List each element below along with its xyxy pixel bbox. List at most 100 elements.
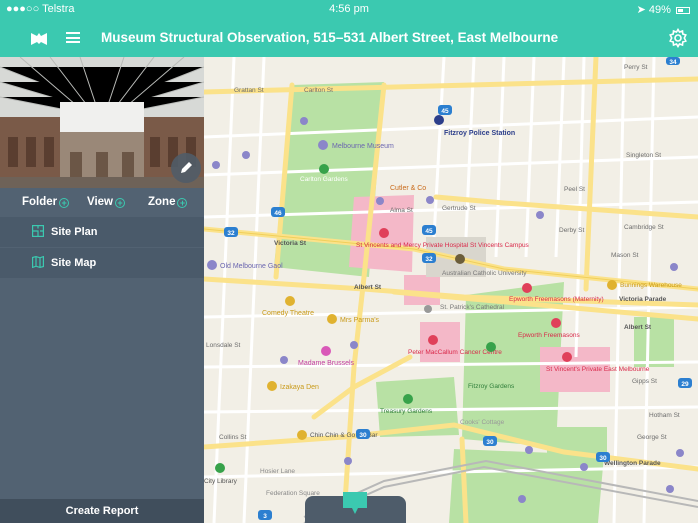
restaurant-pin-icon[interactable] [327, 314, 337, 324]
sidebar-item-label: Site Plan [51, 226, 98, 238]
park-pin-icon[interactable] [319, 164, 329, 174]
university-pin-icon[interactable] [455, 254, 465, 264]
poi-cutler[interactable]: Cutler & Co [390, 185, 426, 192]
battery-icon [676, 6, 690, 14]
battery-indicator: ➤ 49% [637, 3, 690, 16]
route-shield: 45 [425, 228, 433, 235]
street-label-victoria: Victoria St [274, 240, 307, 247]
route-shield: 34 [669, 59, 677, 66]
gear-icon[interactable] [668, 28, 688, 48]
folder-label: Folder [22, 196, 58, 208]
create-report-button[interactable]: Create Report [0, 499, 204, 523]
street-label-derby: Derby St [559, 227, 584, 234]
hospital-pin-icon[interactable] [428, 335, 438, 345]
route-shield: 30 [359, 432, 367, 439]
poi-old-gaol[interactable]: Old Melbourne Gaol [220, 263, 283, 270]
poi-bunnings[interactable]: Bunnings Warehouse [620, 282, 682, 289]
restaurant-pin-icon[interactable] [267, 381, 277, 391]
hospital-pin-icon[interactable] [562, 352, 572, 362]
street-label-perry: Perry St [624, 64, 648, 71]
street-label-albert-right: Albert St [624, 324, 652, 331]
clock-label: 4:56 pm [329, 3, 369, 15]
poi-st-vincents-private[interactable]: St Vincent's Private East Melbourne [546, 366, 650, 373]
poi-treasury-gardens[interactable]: Treasury Gardens [380, 408, 433, 415]
street-label-hotham: Hotham St [649, 412, 680, 419]
site-photo[interactable] [0, 57, 204, 188]
poi-fitzroy-police[interactable]: Fitzroy Police Station [444, 130, 515, 137]
poi-carlton-gardens[interactable]: Carlton Gardens [300, 176, 348, 183]
poi-madame-brussels[interactable]: Madame Brussels [298, 360, 355, 367]
poi-alma: Alma St [390, 207, 413, 214]
street-label-gertrude: Gertrude St [442, 205, 476, 212]
annotation-marker-icon[interactable] [341, 490, 369, 516]
route-shield: 45 [441, 108, 449, 115]
view-selector[interactable]: View + [87, 196, 125, 208]
zone-selector[interactable]: Zone + [148, 196, 188, 208]
sidebar-item-site-plan[interactable]: Site Plan [0, 217, 204, 247]
route-shield: 46 [274, 210, 282, 217]
location-arrow-icon: ➤ [636, 4, 646, 16]
edit-photo-button[interactable] [171, 153, 201, 183]
hamburger-menu-icon[interactable] [66, 32, 80, 43]
pencil-icon [181, 162, 192, 173]
street-label-albert-left: Albert St [354, 284, 382, 291]
nav-bar: Museum Structural Observation, 515–531 A… [0, 20, 698, 57]
police-pin-icon[interactable] [434, 115, 444, 125]
status-bar: ●●●○○ Telstra 4:56 pm ➤ 49% [0, 0, 698, 20]
poi-st-patricks[interactable]: St. Patrick's Cathedral [440, 304, 505, 311]
church-pin-icon[interactable] [424, 305, 432, 313]
poi-cooks-cottage[interactable]: Cooks' Cottage [460, 419, 505, 426]
street-label-george: George St [637, 434, 667, 441]
street-label-lonsdale: Lonsdale St [206, 342, 241, 349]
library-pin-icon[interactable] [215, 463, 225, 473]
page-title: Museum Structural Observation, 515–531 A… [101, 30, 559, 45]
store-pin-icon[interactable] [607, 280, 617, 290]
restaurant-pin-icon[interactable] [297, 430, 307, 440]
app-logo-icon[interactable] [31, 31, 47, 45]
poi-city-library[interactable]: City Library [204, 478, 238, 485]
street-label-collins: Collins St [219, 434, 247, 441]
gaol-pin-icon[interactable] [207, 260, 217, 270]
bar-pin-icon[interactable] [321, 346, 331, 356]
street-label-victoria-parade: Victoria Parade [619, 296, 667, 303]
route-shield: 30 [486, 439, 494, 446]
floor-plan-icon [32, 225, 44, 237]
museum-pin-icon[interactable] [318, 140, 328, 150]
park-pin-icon[interactable] [403, 394, 413, 404]
zone-label: Zone [148, 196, 176, 208]
street-label-peel: Peel St [564, 186, 585, 193]
street-label-wellington-parade: Wellington Parade [604, 460, 661, 467]
poi-hosier-lane[interactable]: Hosier Lane [260, 468, 295, 475]
map-view[interactable]: Grattan St Carlton St Victoria St Albert… [204, 57, 698, 523]
hospital-block [404, 275, 440, 305]
poi-izakaya-den[interactable]: Izakaya Den [280, 384, 319, 391]
route-shield: 32 [425, 256, 433, 263]
folder-selector[interactable]: Folder + [22, 196, 70, 208]
sidebar: Folder + View + Zone + Site Plan Site Map C… [0, 57, 204, 523]
poi-mrs-parmas[interactable]: Mrs Parma's [340, 317, 380, 324]
poi-comedy-theatre[interactable]: Comedy Theatre [262, 310, 314, 317]
selector-row: Folder + View + Zone + [0, 188, 204, 217]
poi-epworth[interactable]: Epworth Freemasons [518, 332, 581, 339]
park-pin-icon[interactable] [486, 342, 496, 352]
add-zone-icon[interactable]: + [177, 198, 188, 208]
street-label-carlton: Carlton St [304, 87, 333, 94]
add-view-icon[interactable]: + [115, 198, 125, 208]
poi-melbourne-museum[interactable]: Melbourne Museum [332, 143, 394, 150]
poi-fitzroy-gardens[interactable]: Fitzroy Gardens [468, 383, 515, 390]
poi-epworth-maternity[interactable]: Epworth Freemasons (Maternity) [509, 296, 604, 303]
hospital-pin-icon[interactable] [551, 318, 561, 328]
add-folder-icon[interactable]: + [59, 198, 70, 208]
hospital-block [420, 322, 460, 362]
poi-st-vincents[interactable]: St Vincents and Mercy Private Hospital S… [356, 242, 530, 249]
hospital-pin-icon[interactable] [522, 283, 532, 293]
hospital-pin-icon[interactable] [379, 228, 389, 238]
street-label-mason: Mason St [611, 252, 639, 259]
poi-acu[interactable]: Australian Catholic University [442, 270, 527, 277]
battery-label: 49% [648, 4, 671, 16]
map-icon [32, 256, 44, 268]
app-window: ●●●○○ Telstra 4:56 pm ➤ 49% Museum Struc… [0, 0, 698, 523]
sidebar-item-site-map[interactable]: Site Map [0, 248, 204, 278]
view-label: View [87, 196, 113, 208]
theatre-pin-icon[interactable] [285, 296, 295, 306]
